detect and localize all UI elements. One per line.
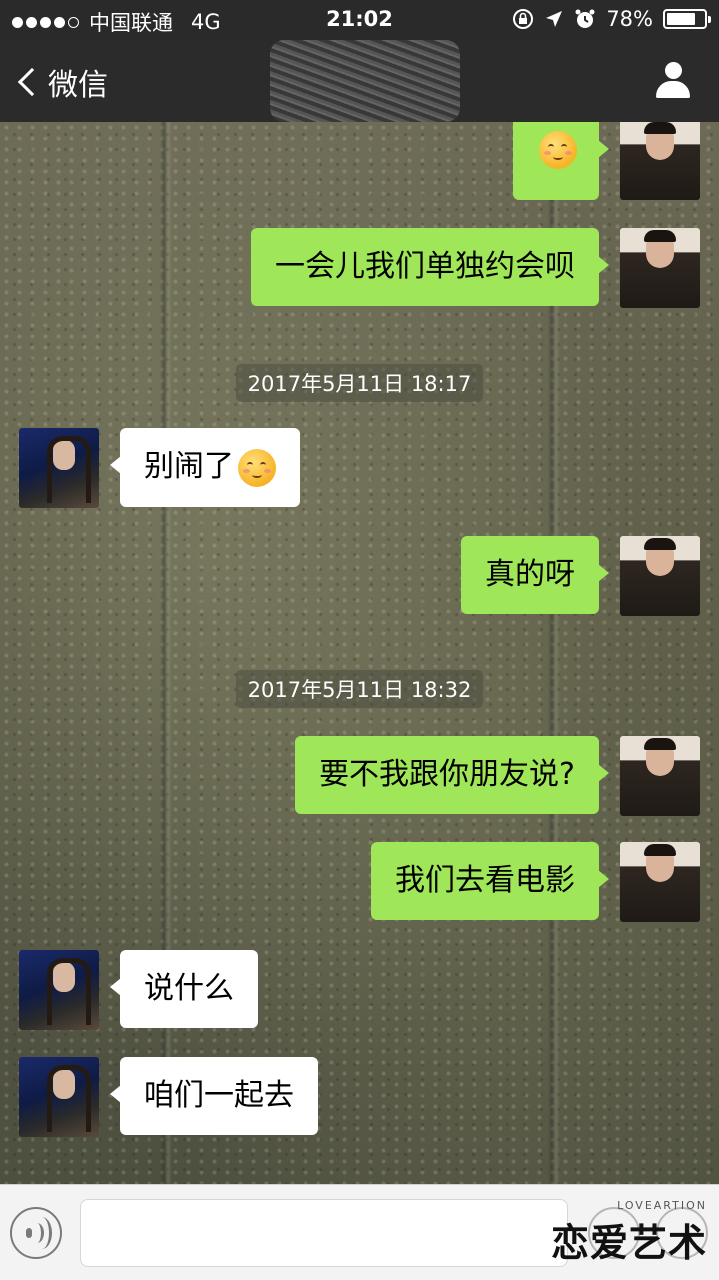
message-input-bar: LOVEARTION 恋爱艺术 [0,1184,719,1280]
my-avatar[interactable] [620,122,700,200]
message-bubble-outgoing[interactable]: 要不我跟你朋友说? [295,736,609,814]
my-avatar[interactable] [620,536,700,616]
watermark-logo: LOVEARTION 恋爱艺术 [551,1199,707,1267]
watermark-big-text: 恋爱艺术 [550,1221,707,1265]
my-avatar[interactable] [620,736,700,816]
chevron-left-icon [17,67,47,97]
my-avatar[interactable] [620,842,700,922]
battery-percent: 78% [606,7,653,31]
chat-nav-bar: 微信 [0,40,719,122]
status-bar: 中国联通 4G 21:02 78% [0,0,719,40]
message-bubble-outgoing[interactable]: 一会儿我们单独约会呗 [251,228,609,306]
watermark-small-text: LOVEARTION [617,1199,707,1212]
rotation-lock-icon [513,9,534,29]
message-bubble-incoming[interactable]: 咱们一起去 [110,1057,318,1135]
location-arrow-icon [546,11,563,27]
message-bubble-incoming[interactable]: 说什么 [110,950,258,1028]
message-bubble-incoming[interactable]: 别闹了 [110,428,300,507]
my-avatar[interactable] [620,228,700,308]
chat-message-area[interactable]: 一会儿我们单独约会呗 2017年5月11日 18:17 别闹了 真的呀 2017… [0,122,719,1184]
message-bubble-outgoing[interactable] [513,122,609,200]
back-button[interactable]: 微信 [16,60,108,104]
redacted-chat-title [270,40,460,122]
blushing-smile-emoji-icon [539,130,577,169]
alarm-clock-icon [575,9,595,28]
message-timestamp: 2017年5月11日 18:32 [0,670,719,708]
back-label: 微信 [48,68,108,103]
message-text: 别闹了 [144,449,234,484]
message-timestamp: 2017年5月11日 18:17 [0,364,719,402]
chat-profile-icon[interactable] [655,62,691,100]
message-bubble-outgoing[interactable]: 我们去看电影 [371,842,609,920]
battery-icon [663,9,711,29]
battery-level-fill [667,13,696,25]
timestamp-text: 2017年5月11日 18:32 [235,670,484,708]
contact-avatar[interactable] [19,428,99,508]
contact-avatar[interactable] [19,1057,99,1137]
blushing-smile-emoji-icon [238,448,276,487]
status-right: 78% [512,7,711,31]
timestamp-text: 2017年5月11日 18:17 [235,364,484,402]
voice-input-button[interactable] [10,1207,62,1259]
contact-avatar[interactable] [19,950,99,1030]
message-bubble-outgoing[interactable]: 真的呀 [461,536,609,614]
message-text-input[interactable] [80,1199,568,1267]
